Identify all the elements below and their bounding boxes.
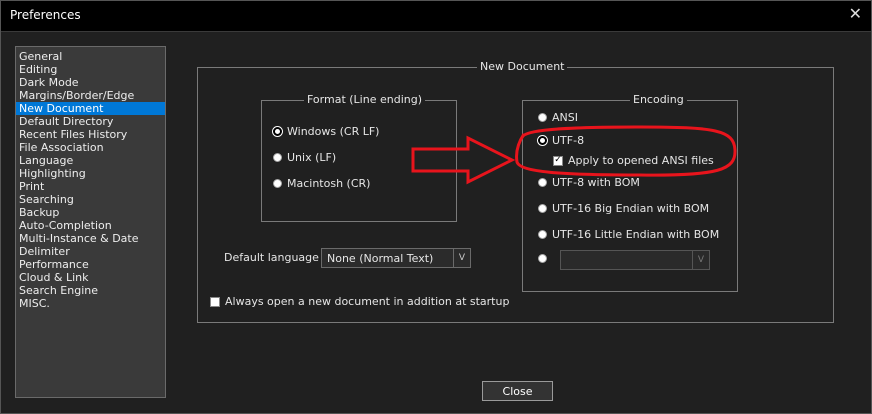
annotation-circle [515,125,737,177]
annotation-arrow [411,135,516,185]
annotation-overlay [411,125,737,185]
